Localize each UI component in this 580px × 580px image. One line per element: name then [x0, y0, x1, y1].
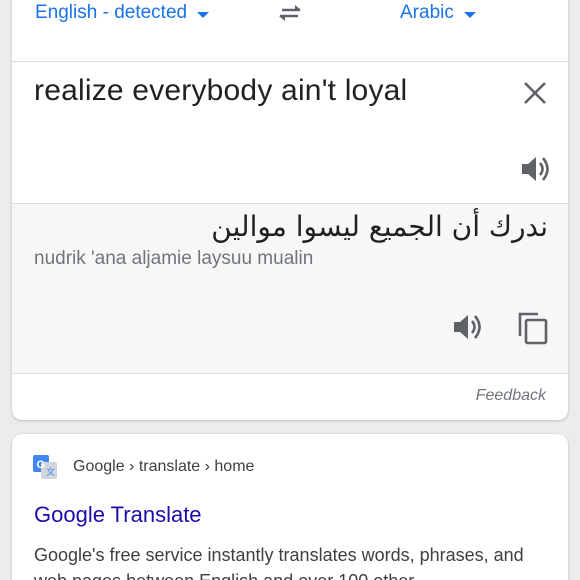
chevron-down-icon [197, 11, 210, 18]
source-language-selector[interactable]: English - detected [35, 0, 210, 26]
result-title-link[interactable]: Google Translate [34, 502, 202, 528]
google-translate-icon: G 文 [33, 455, 57, 479]
listen-source-button[interactable] [518, 152, 552, 186]
svg-text:文: 文 [46, 466, 55, 477]
feedback-link[interactable]: Feedback [476, 387, 546, 405]
transliteration-text: nudrik 'ana aljamie laysuu mualin [34, 248, 314, 269]
swap-languages-button[interactable] [274, 0, 306, 26]
listen-translation-button[interactable] [450, 310, 484, 344]
copy-translation-button[interactable] [516, 310, 550, 346]
result-snippet: Google's free service instantly translat… [34, 545, 524, 580]
target-language-label: Arabic [400, 2, 454, 23]
translate-card: English - detected Arabic realize everyb… [12, 0, 568, 420]
language-bar: English - detected Arabic [12, 0, 568, 48]
translation-panel: ندرك أن الجميع ليسوا موالين nudrik 'ana … [12, 203, 568, 374]
speaker-icon [454, 315, 481, 339]
copy-icon [518, 312, 548, 345]
chevron-down-icon [463, 11, 476, 18]
source-text-input[interactable]: realize everybody ain't loyal [34, 74, 407, 108]
clear-text-button[interactable] [520, 78, 550, 108]
search-result-card: G 文 Google › translate › home Google Tra… [12, 434, 568, 580]
svg-text:G: G [37, 459, 46, 471]
target-language-selector[interactable]: Arabic [400, 0, 476, 26]
translated-text: ندرك أن الجميع ليسوا موالين [211, 210, 548, 243]
divider [12, 61, 568, 62]
breadcrumb: Google › translate › home [73, 458, 255, 475]
speaker-icon [522, 157, 549, 181]
swap-icon [279, 5, 301, 21]
source-language-label: English - detected [35, 2, 188, 23]
close-icon [524, 82, 546, 104]
